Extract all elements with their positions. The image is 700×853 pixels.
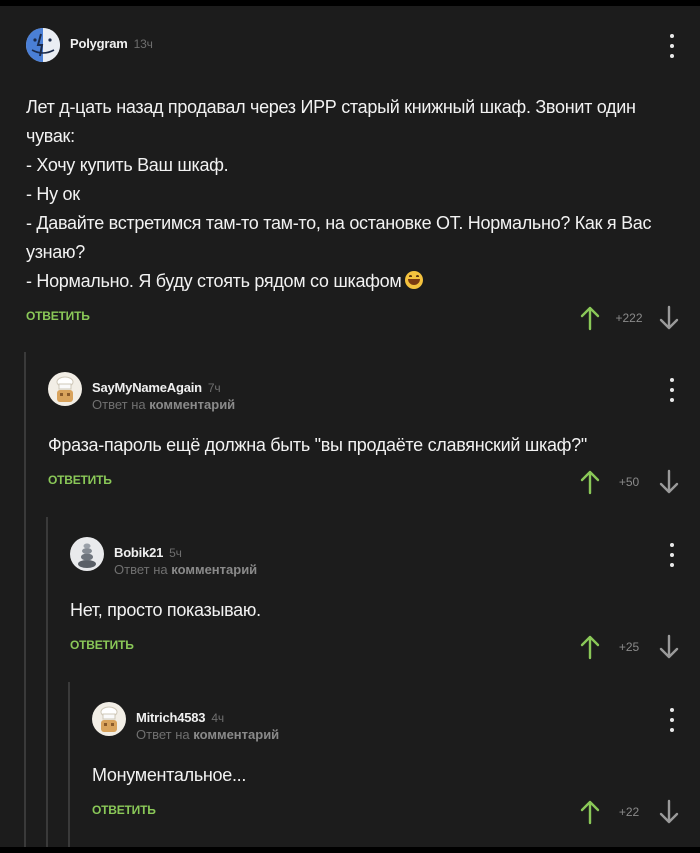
comment: SayMyNameAgain 7ч Ответ на комментарий Фр… bbox=[48, 370, 700, 500]
rating-count: +25 bbox=[618, 640, 640, 654]
comment-line: Фраза-пароль ещё должна быть "вы продаёт… bbox=[48, 435, 587, 455]
upvote-arrow-icon[interactable] bbox=[579, 469, 601, 495]
upvote-arrow-icon[interactable] bbox=[579, 305, 601, 331]
reply-button[interactable]: ОТВЕТИТЬ bbox=[92, 803, 156, 817]
comment-time: 7ч bbox=[207, 381, 221, 395]
comment-username[interactable]: Bobik21 5ч bbox=[114, 545, 182, 560]
comment-text: Фраза-пароль ещё должна быть "вы продаёт… bbox=[48, 431, 674, 460]
comment-text: Нет, просто показываю. bbox=[70, 596, 674, 625]
comment-header: Polygram 13ч bbox=[26, 26, 700, 70]
vote-controls: +25 bbox=[579, 632, 680, 662]
chef-avatar-icon[interactable] bbox=[48, 372, 82, 406]
comment-line: - Хочу купить Ваш шкаф. bbox=[26, 155, 229, 175]
comment-line: Монументальное... bbox=[92, 765, 247, 785]
reply-button[interactable]: ОТВЕТИТЬ bbox=[26, 309, 90, 323]
downvote-arrow-icon[interactable] bbox=[658, 469, 680, 495]
comment: Bobik21 5ч Ответ на комментарий Нет, прос… bbox=[70, 535, 700, 665]
stacked-stones-icon[interactable] bbox=[70, 537, 104, 571]
finder-face-icon[interactable] bbox=[26, 28, 60, 62]
more-options-icon[interactable] bbox=[664, 708, 680, 732]
reply-to-label: Ответ на комментарий bbox=[92, 397, 236, 412]
more-options-icon[interactable] bbox=[664, 378, 680, 402]
chef-avatar-icon[interactable] bbox=[92, 702, 126, 736]
comment-line: - Нормально. Я буду стоять рядом со шкаф… bbox=[26, 267, 674, 296]
more-options-icon[interactable] bbox=[664, 543, 680, 567]
comment-footer: ОТВЕТИТЬ +50 bbox=[48, 467, 700, 497]
comment-time: 5ч bbox=[169, 546, 182, 560]
comment-header: Mitrich4583 4ч Ответ на комментарий bbox=[92, 700, 700, 744]
rating-count: +50 bbox=[618, 475, 640, 489]
upvote-arrow-icon[interactable] bbox=[579, 799, 601, 825]
comment-line: - Давайте встретимся там-то там-то, на о… bbox=[26, 213, 652, 262]
comments-screen: Polygram 13ч Лет д-цать назад продавал че… bbox=[0, 6, 700, 847]
reply-to-label: Ответ на комментарий bbox=[136, 727, 280, 742]
comment-username[interactable]: Mitrich4583 4ч bbox=[136, 710, 224, 725]
reply-to-link[interactable]: комментарий bbox=[171, 562, 257, 577]
more-options-icon[interactable] bbox=[664, 34, 680, 58]
comment: Polygram 13ч Лет д-цать назад продавал че… bbox=[26, 26, 700, 336]
comment-footer: ОТВЕТИТЬ +25 bbox=[70, 632, 700, 662]
reply-to-link[interactable]: комментарий bbox=[193, 727, 279, 742]
downvote-arrow-icon[interactable] bbox=[658, 799, 680, 825]
thread-line bbox=[46, 517, 48, 847]
rating-count: +22 bbox=[618, 805, 640, 819]
rating-count: +222 bbox=[615, 311, 643, 325]
comment-text: Монументальное... bbox=[92, 761, 674, 790]
comment-time: 4ч bbox=[211, 711, 224, 725]
comment-time: 13ч bbox=[133, 37, 153, 51]
vote-controls: +50 bbox=[579, 467, 680, 497]
reply-button[interactable]: ОТВЕТИТЬ bbox=[70, 638, 134, 652]
reply-to-label: Ответ на комментарий bbox=[114, 562, 258, 577]
comment-username[interactable]: SayMyNameAgain 7ч bbox=[92, 380, 221, 395]
comment-line: Лет д-цать назад продавал через ИРР стар… bbox=[26, 97, 636, 146]
comment: Mitrich4583 4ч Ответ на комментарий Монум… bbox=[92, 700, 700, 830]
comment-header: SayMyNameAgain 7ч Ответ на комментарий bbox=[48, 370, 700, 414]
downvote-arrow-icon[interactable] bbox=[658, 634, 680, 660]
downvote-arrow-icon[interactable] bbox=[658, 305, 680, 331]
comment-line: Нет, просто показываю. bbox=[70, 600, 261, 620]
reply-to-link[interactable]: комментарий bbox=[149, 397, 235, 412]
comment-footer: ОТВЕТИТЬ +22 bbox=[92, 797, 700, 827]
thread-line bbox=[68, 682, 70, 847]
comment-text: Лет д-цать назад продавал через ИРР стар… bbox=[26, 93, 674, 296]
comment-line: - Ну ок bbox=[26, 184, 80, 204]
vote-controls: +222 bbox=[579, 303, 680, 333]
comment-header: Bobik21 5ч Ответ на комментарий bbox=[70, 535, 700, 579]
comment-footer: ОТВЕТИТЬ +222 bbox=[26, 303, 700, 333]
grinning-emoji-icon bbox=[405, 271, 424, 289]
vote-controls: +22 bbox=[579, 797, 680, 827]
upvote-arrow-icon[interactable] bbox=[579, 634, 601, 660]
comment-username[interactable]: Polygram 13ч bbox=[70, 36, 153, 51]
reply-button[interactable]: ОТВЕТИТЬ bbox=[48, 473, 112, 487]
thread-line bbox=[24, 352, 26, 847]
